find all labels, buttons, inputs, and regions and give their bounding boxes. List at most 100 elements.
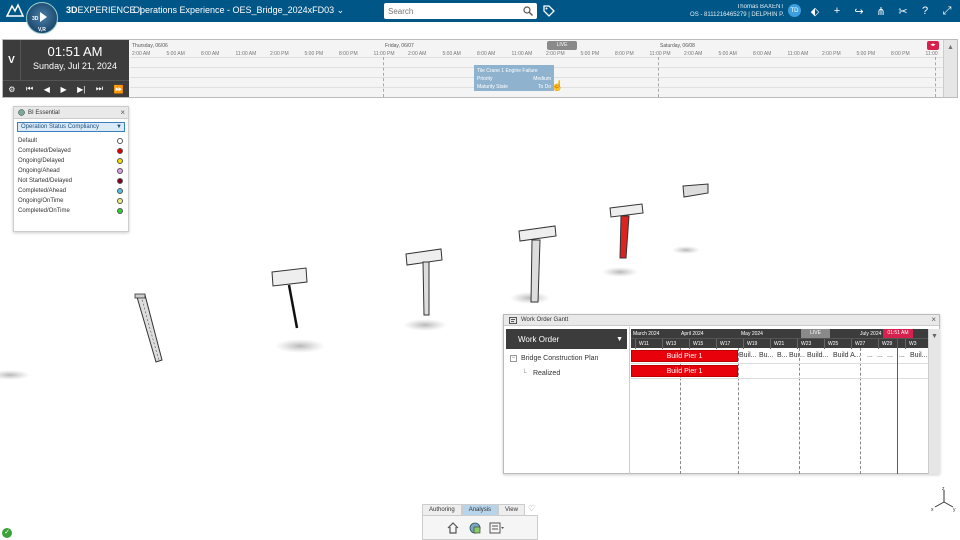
- clock-panel: V 01:51 AM Sunday, Jul 21, 2024 ⚙ ⏮ ◀ ▶ …: [3, 40, 129, 97]
- compass-icon[interactable]: 3D V,R: [26, 2, 58, 34]
- row-gridline: [631, 363, 928, 364]
- network-icon[interactable]: ⋔: [873, 3, 889, 19]
- axis-triad-icon[interactable]: z x y: [930, 486, 958, 512]
- app-title[interactable]: Operations Experience - OES_Bridge_2024x…: [133, 5, 344, 16]
- gantt-bar-small[interactable]: ...: [877, 350, 885, 362]
- live-indicator[interactable]: LIVE: [547, 41, 577, 50]
- tag-icon[interactable]: [542, 4, 556, 18]
- legend-item[interactable]: Completed/Ahead: [14, 186, 128, 196]
- search-input[interactable]: [384, 3, 514, 19]
- gantt-bar-small[interactable]: B...: [777, 350, 789, 362]
- gantt-bar-realized[interactable]: Build Pier 1: [631, 365, 738, 377]
- avatar[interactable]: TD: [788, 4, 801, 17]
- gantt-bar-small[interactable]: ...: [899, 350, 907, 362]
- collapse-button[interactable]: V: [3, 40, 21, 80]
- legend-item[interactable]: Ongoing/OnTime: [14, 196, 128, 206]
- now-line: [897, 329, 898, 474]
- step-back-icon[interactable]: ◀: [44, 85, 50, 94]
- week-label: W11: [639, 341, 649, 347]
- user-info[interactable]: Thomas BAXENT OS - 8111216465279 | DELPH…: [646, 3, 784, 19]
- action-bar-panel: [422, 515, 538, 540]
- live-indicator[interactable]: LIVE: [801, 329, 830, 338]
- legend-label: Not Started/Delayed: [18, 178, 73, 184]
- plus-icon[interactable]: +: [829, 3, 845, 19]
- heart-icon[interactable]: ♡: [528, 504, 535, 513]
- gantt-bar-small[interactable]: Bui...: [789, 350, 807, 362]
- current-date: Sunday, Jul 21, 2024: [33, 61, 117, 71]
- skip-end-icon[interactable]: ⏭: [96, 84, 103, 94]
- fullscreen-icon[interactable]: ⤢: [939, 3, 955, 19]
- gantt-bar-small[interactable]: Buil...: [739, 350, 759, 362]
- chevron-down-icon[interactable]: ▼: [616, 336, 623, 343]
- chevron-up-icon[interactable]: ▲: [947, 44, 954, 51]
- gantt-bar-small[interactable]: ...: [887, 350, 895, 362]
- gantt-bar-build-pier-1[interactable]: Build Pier 1: [631, 350, 738, 362]
- legend-item[interactable]: Ongoing/Ahead: [14, 166, 128, 176]
- week-separator: [905, 339, 906, 349]
- chevron-down-icon[interactable]: ▼: [931, 333, 938, 340]
- timeline-scroll[interactable]: ▲: [943, 40, 957, 97]
- week-header: W11 W13 W15 W17 W19 W21 W23 W25 W27 W29 W3: [631, 338, 928, 349]
- chevron-down-icon[interactable]: ▼: [116, 123, 122, 132]
- legend-item[interactable]: Ongoing/Delayed: [14, 156, 128, 166]
- globe-icon[interactable]: [467, 520, 483, 536]
- status-ok-icon[interactable]: ✓: [2, 528, 12, 538]
- share-icon[interactable]: ↪: [851, 3, 867, 19]
- gantt-chart[interactable]: March 2024 April 2024 May 2024 July 2024…: [631, 327, 940, 474]
- 3ds-logo-icon[interactable]: [4, 2, 26, 20]
- search-icon[interactable]: [523, 6, 533, 16]
- close-icon[interactable]: ×: [120, 108, 125, 117]
- week-label: W27: [855, 341, 866, 347]
- tree-row[interactable]: − Bridge Construction Plan: [504, 351, 629, 366]
- tools-icon[interactable]: ✂: [895, 3, 911, 19]
- tree-row[interactable]: └ Realized: [504, 366, 629, 381]
- legend-label: Ongoing/Delayed: [18, 158, 65, 164]
- close-icon[interactable]: ×: [931, 315, 936, 324]
- legend-label: Completed/Delayed: [18, 148, 71, 154]
- week-label: W15: [693, 341, 704, 347]
- pier-5[interactable]: [609, 203, 700, 259]
- tab-authoring[interactable]: Authoring: [422, 504, 462, 515]
- gantt-bar-small[interactable]: Build...: [807, 350, 832, 362]
- live-label: LIVE: [810, 330, 821, 336]
- compass-vr-label: V,R: [38, 27, 46, 33]
- gantt-bar-small[interactable]: ...: [867, 350, 875, 362]
- tab-analysis[interactable]: Analysis: [461, 504, 499, 515]
- hand-cursor-icon: ☝: [551, 81, 564, 92]
- pier-6[interactable]: [682, 183, 709, 198]
- collapse-icon[interactable]: −: [510, 355, 517, 362]
- bi-selected-value: Operation Status Compliancy: [21, 124, 100, 130]
- pier-2[interactable]: [271, 267, 447, 331]
- layout-dropdown-icon[interactable]: [489, 520, 505, 536]
- legend-item[interactable]: Completed/OnTime: [14, 206, 128, 216]
- help-icon[interactable]: ?: [917, 3, 933, 19]
- gantt-bar-small[interactable]: Build A...: [833, 350, 865, 362]
- tag-outline-icon[interactable]: ⬖: [807, 3, 823, 19]
- play-icon[interactable]: ▶: [60, 85, 66, 94]
- legend-label: Ongoing/OnTime: [18, 198, 64, 204]
- fast-forward-icon[interactable]: ⏩: [114, 85, 124, 94]
- timeline-row-divider: [130, 57, 943, 58]
- skip-start-icon[interactable]: ⏮: [26, 84, 33, 94]
- step-forward-icon[interactable]: ▶|: [77, 85, 85, 94]
- gantt-scroll[interactable]: ▼: [928, 329, 940, 474]
- event-card[interactable]: Tile Crane 1 Engine Failure Priority Medi…: [474, 65, 554, 91]
- work-order-column-header[interactable]: Work Order ▼: [506, 329, 627, 349]
- settings-icon[interactable]: ⚙: [8, 85, 15, 94]
- legend-color-swatch: [117, 168, 123, 174]
- home-icon[interactable]: [445, 520, 461, 536]
- pier-3[interactable]: [405, 248, 550, 316]
- week-label: W29: [882, 341, 893, 347]
- gantt-bar-small[interactable]: Buil...: [910, 350, 928, 362]
- tab-view[interactable]: View: [498, 504, 525, 515]
- play-icon[interactable]: [38, 11, 48, 23]
- now-marker[interactable]: ◂▸: [927, 41, 939, 50]
- gantt-bar-small[interactable]: Bu...: [759, 350, 775, 362]
- legend-item[interactable]: Default: [14, 136, 128, 146]
- week-separator: [662, 339, 663, 349]
- bi-indicator-select[interactable]: Operation Status Compliancy ▼: [17, 122, 125, 132]
- brand-3d: 3D: [66, 5, 78, 15]
- legend-item[interactable]: Not Started/Delayed: [14, 176, 128, 186]
- legend-item[interactable]: Completed/Delayed: [14, 146, 128, 156]
- chevron-down-icon[interactable]: ⌄: [337, 5, 345, 15]
